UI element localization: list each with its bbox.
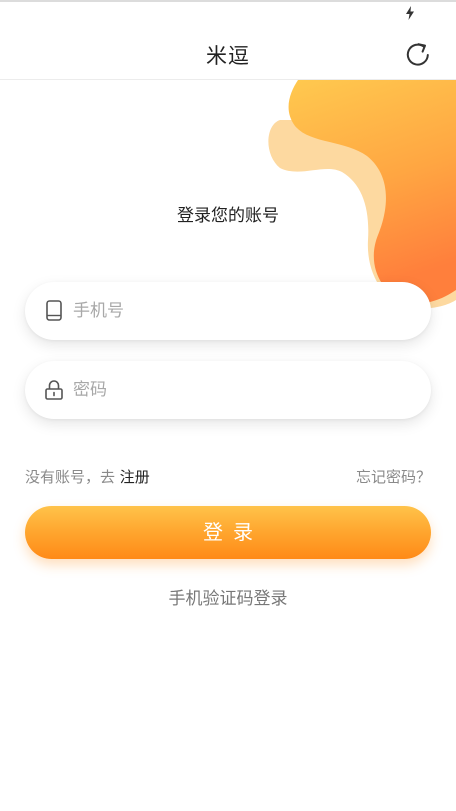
page-title: 米逗 — [206, 44, 250, 68]
status-bar — [0, 0, 456, 26]
phone-input[interactable] — [73, 282, 403, 340]
password-field[interactable] — [25, 361, 431, 419]
login-heading: 登录您的账号 — [177, 206, 279, 226]
charging-bolt-icon — [406, 6, 414, 20]
nav-bar: 米逗 — [0, 26, 456, 80]
phone-icon — [46, 300, 62, 321]
no-account-text: 没有账号，去 — [25, 468, 120, 486]
register-link[interactable]: 注册 — [120, 468, 150, 486]
password-input[interactable] — [73, 361, 403, 419]
sms-login-link[interactable]: 手机验证码登录 — [0, 584, 456, 609]
forgot-password-link[interactable]: 忘记密码？ — [356, 466, 431, 487]
refresh-icon[interactable] — [404, 40, 432, 68]
phone-field[interactable] — [25, 282, 431, 340]
account-links-row: 没有账号，去 注册 忘记密码？ — [25, 466, 431, 488]
login-button[interactable]: 登录 — [25, 506, 431, 559]
no-account-prompt: 没有账号，去 注册 — [25, 466, 150, 487]
lock-icon — [45, 380, 63, 400]
